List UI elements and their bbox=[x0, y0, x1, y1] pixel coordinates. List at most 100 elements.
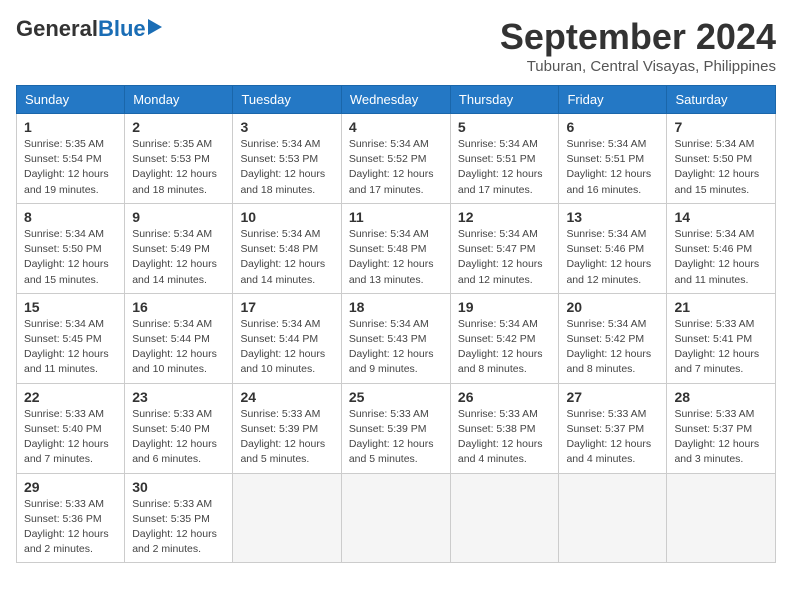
day-info: Sunrise: 5:33 AMSunset: 5:37 PMDaylight:… bbox=[674, 407, 768, 468]
day-number: 20 bbox=[566, 299, 659, 315]
day-number: 12 bbox=[458, 209, 552, 225]
day-info: Sunrise: 5:34 AMSunset: 5:52 PMDaylight:… bbox=[349, 137, 443, 198]
day-number: 8 bbox=[24, 209, 117, 225]
day-info: Sunrise: 5:34 AMSunset: 5:48 PMDaylight:… bbox=[349, 227, 443, 288]
day-info: Sunrise: 5:34 AMSunset: 5:42 PMDaylight:… bbox=[458, 317, 552, 378]
logo-blue-text: Blue bbox=[98, 16, 146, 42]
calendar-cell: 17 Sunrise: 5:34 AMSunset: 5:44 PMDaylig… bbox=[233, 293, 341, 383]
day-number: 1 bbox=[24, 119, 117, 135]
day-number: 27 bbox=[566, 389, 659, 405]
calendar-cell: 20 Sunrise: 5:34 AMSunset: 5:42 PMDaylig… bbox=[559, 293, 667, 383]
month-title: September 2024 bbox=[500, 16, 776, 58]
calendar-cell: 10 Sunrise: 5:34 AMSunset: 5:48 PMDaylig… bbox=[233, 203, 341, 293]
calendar-cell: 23 Sunrise: 5:33 AMSunset: 5:40 PMDaylig… bbox=[125, 383, 233, 473]
calendar-cell: 22 Sunrise: 5:33 AMSunset: 5:40 PMDaylig… bbox=[17, 383, 125, 473]
calendar-cell: 11 Sunrise: 5:34 AMSunset: 5:48 PMDaylig… bbox=[341, 203, 450, 293]
day-number: 10 bbox=[240, 209, 333, 225]
calendar-cell: 19 Sunrise: 5:34 AMSunset: 5:42 PMDaylig… bbox=[450, 293, 559, 383]
logo-general-text: General bbox=[16, 16, 98, 42]
day-number: 22 bbox=[24, 389, 117, 405]
day-number: 25 bbox=[349, 389, 443, 405]
day-number: 5 bbox=[458, 119, 552, 135]
day-number: 26 bbox=[458, 389, 552, 405]
calendar-row-3: 22 Sunrise: 5:33 AMSunset: 5:40 PMDaylig… bbox=[17, 383, 776, 473]
calendar-header-tuesday: Tuesday bbox=[233, 86, 341, 114]
calendar-header-saturday: Saturday bbox=[667, 86, 776, 114]
day-number: 15 bbox=[24, 299, 117, 315]
calendar-cell: 5 Sunrise: 5:34 AMSunset: 5:51 PMDayligh… bbox=[450, 114, 559, 204]
calendar-cell: 26 Sunrise: 5:33 AMSunset: 5:38 PMDaylig… bbox=[450, 383, 559, 473]
calendar-cell: 16 Sunrise: 5:34 AMSunset: 5:44 PMDaylig… bbox=[125, 293, 233, 383]
calendar-cell: 1 Sunrise: 5:35 AMSunset: 5:54 PMDayligh… bbox=[17, 114, 125, 204]
day-info: Sunrise: 5:33 AMSunset: 5:40 PMDaylight:… bbox=[132, 407, 225, 468]
logo-arrow-icon bbox=[148, 19, 162, 35]
calendar-cell: 6 Sunrise: 5:34 AMSunset: 5:51 PMDayligh… bbox=[559, 114, 667, 204]
calendar-cell: 15 Sunrise: 5:34 AMSunset: 5:45 PMDaylig… bbox=[17, 293, 125, 383]
day-number: 29 bbox=[24, 479, 117, 495]
calendar-cell: 28 Sunrise: 5:33 AMSunset: 5:37 PMDaylig… bbox=[667, 383, 776, 473]
day-number: 2 bbox=[132, 119, 225, 135]
day-number: 18 bbox=[349, 299, 443, 315]
calendar-cell: 3 Sunrise: 5:34 AMSunset: 5:53 PMDayligh… bbox=[233, 114, 341, 204]
logo: General Blue bbox=[16, 16, 162, 42]
day-info: Sunrise: 5:33 AMSunset: 5:41 PMDaylight:… bbox=[674, 317, 768, 378]
calendar-cell: 25 Sunrise: 5:33 AMSunset: 5:39 PMDaylig… bbox=[341, 383, 450, 473]
day-number: 24 bbox=[240, 389, 333, 405]
day-info: Sunrise: 5:35 AMSunset: 5:54 PMDaylight:… bbox=[24, 137, 117, 198]
day-number: 9 bbox=[132, 209, 225, 225]
day-number: 19 bbox=[458, 299, 552, 315]
day-info: Sunrise: 5:34 AMSunset: 5:43 PMDaylight:… bbox=[349, 317, 443, 378]
calendar-cell: 9 Sunrise: 5:34 AMSunset: 5:49 PMDayligh… bbox=[125, 203, 233, 293]
day-info: Sunrise: 5:33 AMSunset: 5:35 PMDaylight:… bbox=[132, 497, 225, 558]
day-info: Sunrise: 5:34 AMSunset: 5:51 PMDaylight:… bbox=[458, 137, 552, 198]
calendar-cell: 14 Sunrise: 5:34 AMSunset: 5:46 PMDaylig… bbox=[667, 203, 776, 293]
day-info: Sunrise: 5:33 AMSunset: 5:40 PMDaylight:… bbox=[24, 407, 117, 468]
day-info: Sunrise: 5:33 AMSunset: 5:36 PMDaylight:… bbox=[24, 497, 117, 558]
calendar-cell: 27 Sunrise: 5:33 AMSunset: 5:37 PMDaylig… bbox=[559, 383, 667, 473]
calendar-table: SundayMondayTuesdayWednesdayThursdayFrid… bbox=[16, 85, 776, 563]
day-number: 3 bbox=[240, 119, 333, 135]
calendar-cell: 2 Sunrise: 5:35 AMSunset: 5:53 PMDayligh… bbox=[125, 114, 233, 204]
location-text: Tuburan, Central Visayas, Philippines bbox=[500, 58, 776, 75]
calendar-cell bbox=[559, 473, 667, 563]
day-number: 28 bbox=[674, 389, 768, 405]
day-info: Sunrise: 5:34 AMSunset: 5:42 PMDaylight:… bbox=[566, 317, 659, 378]
day-info: Sunrise: 5:34 AMSunset: 5:48 PMDaylight:… bbox=[240, 227, 333, 288]
day-info: Sunrise: 5:33 AMSunset: 5:38 PMDaylight:… bbox=[458, 407, 552, 468]
title-block: September 2024 Tuburan, Central Visayas,… bbox=[500, 16, 776, 75]
day-number: 7 bbox=[674, 119, 768, 135]
day-number: 16 bbox=[132, 299, 225, 315]
day-number: 13 bbox=[566, 209, 659, 225]
day-info: Sunrise: 5:33 AMSunset: 5:37 PMDaylight:… bbox=[566, 407, 659, 468]
day-number: 23 bbox=[132, 389, 225, 405]
calendar-cell: 13 Sunrise: 5:34 AMSunset: 5:46 PMDaylig… bbox=[559, 203, 667, 293]
calendar-row-2: 15 Sunrise: 5:34 AMSunset: 5:45 PMDaylig… bbox=[17, 293, 776, 383]
day-number: 11 bbox=[349, 209, 443, 225]
calendar-header-sunday: Sunday bbox=[17, 86, 125, 114]
calendar-cell: 4 Sunrise: 5:34 AMSunset: 5:52 PMDayligh… bbox=[341, 114, 450, 204]
calendar-cell bbox=[450, 473, 559, 563]
day-info: Sunrise: 5:34 AMSunset: 5:46 PMDaylight:… bbox=[566, 227, 659, 288]
day-info: Sunrise: 5:34 AMSunset: 5:44 PMDaylight:… bbox=[240, 317, 333, 378]
day-info: Sunrise: 5:33 AMSunset: 5:39 PMDaylight:… bbox=[349, 407, 443, 468]
day-info: Sunrise: 5:34 AMSunset: 5:45 PMDaylight:… bbox=[24, 317, 117, 378]
day-info: Sunrise: 5:34 AMSunset: 5:46 PMDaylight:… bbox=[674, 227, 768, 288]
day-info: Sunrise: 5:34 AMSunset: 5:47 PMDaylight:… bbox=[458, 227, 552, 288]
calendar-cell: 18 Sunrise: 5:34 AMSunset: 5:43 PMDaylig… bbox=[341, 293, 450, 383]
day-info: Sunrise: 5:34 AMSunset: 5:50 PMDaylight:… bbox=[24, 227, 117, 288]
calendar-cell: 30 Sunrise: 5:33 AMSunset: 5:35 PMDaylig… bbox=[125, 473, 233, 563]
day-number: 17 bbox=[240, 299, 333, 315]
page-header: General Blue September 2024 Tuburan, Cen… bbox=[16, 16, 776, 75]
day-info: Sunrise: 5:34 AMSunset: 5:49 PMDaylight:… bbox=[132, 227, 225, 288]
calendar-header-monday: Monday bbox=[125, 86, 233, 114]
calendar-cell: 7 Sunrise: 5:34 AMSunset: 5:50 PMDayligh… bbox=[667, 114, 776, 204]
calendar-row-0: 1 Sunrise: 5:35 AMSunset: 5:54 PMDayligh… bbox=[17, 114, 776, 204]
day-info: Sunrise: 5:34 AMSunset: 5:51 PMDaylight:… bbox=[566, 137, 659, 198]
calendar-row-1: 8 Sunrise: 5:34 AMSunset: 5:50 PMDayligh… bbox=[17, 203, 776, 293]
day-number: 4 bbox=[349, 119, 443, 135]
calendar-cell bbox=[233, 473, 341, 563]
day-number: 6 bbox=[566, 119, 659, 135]
calendar-header-thursday: Thursday bbox=[450, 86, 559, 114]
calendar-cell: 24 Sunrise: 5:33 AMSunset: 5:39 PMDaylig… bbox=[233, 383, 341, 473]
calendar-header-friday: Friday bbox=[559, 86, 667, 114]
